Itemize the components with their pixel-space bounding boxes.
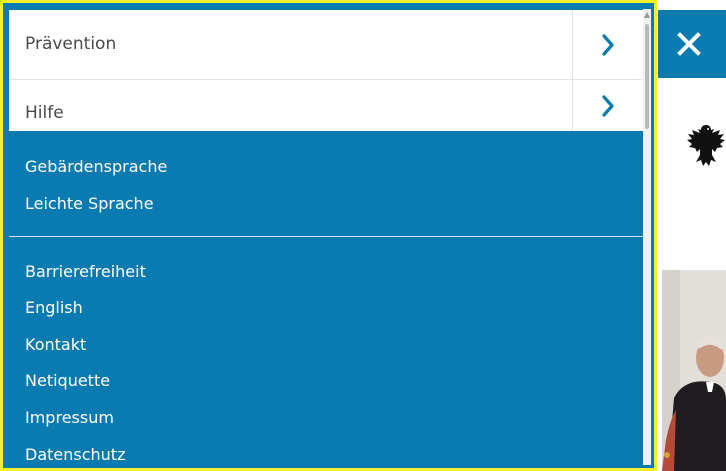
chevron-right-icon	[602, 33, 614, 56]
expand-praevention-button[interactable]	[572, 10, 643, 79]
hero-photo	[662, 270, 726, 471]
menu-item-praevention[interactable]: Prävention	[9, 10, 643, 80]
link-english[interactable]: English	[25, 298, 83, 317]
link-impressum[interactable]: Impressum	[25, 408, 114, 427]
scroll-up-arrow-icon[interactable]: ▲	[643, 10, 651, 20]
link-datenschutz[interactable]: Datenschutz	[25, 445, 125, 464]
close-menu-button[interactable]	[658, 10, 726, 78]
link-barrierefreiheit[interactable]: Barrierefreiheit	[25, 262, 146, 281]
divider	[9, 236, 643, 237]
expand-hilfe-button[interactable]	[572, 80, 643, 131]
menu-item-hilfe[interactable]: Hilfe	[9, 80, 643, 131]
link-gebaerdensprache[interactable]: Gebärdensprache	[25, 157, 167, 176]
scrollbar-thumb[interactable]	[645, 24, 649, 129]
link-leichte-sprache[interactable]: Leichte Sprache	[25, 194, 154, 213]
menu-item-label: Hilfe	[25, 103, 64, 123]
close-icon	[677, 32, 701, 56]
link-kontakt[interactable]: Kontakt	[25, 335, 86, 354]
chevron-right-icon	[602, 94, 614, 117]
menu-item-label: Prävention	[25, 34, 117, 54]
link-netiquette[interactable]: Netiquette	[25, 371, 110, 390]
app-window: Prävention Hilfe Gebärdensprache Leichte…	[0, 0, 726, 471]
federal-eagle-icon	[687, 125, 725, 166]
